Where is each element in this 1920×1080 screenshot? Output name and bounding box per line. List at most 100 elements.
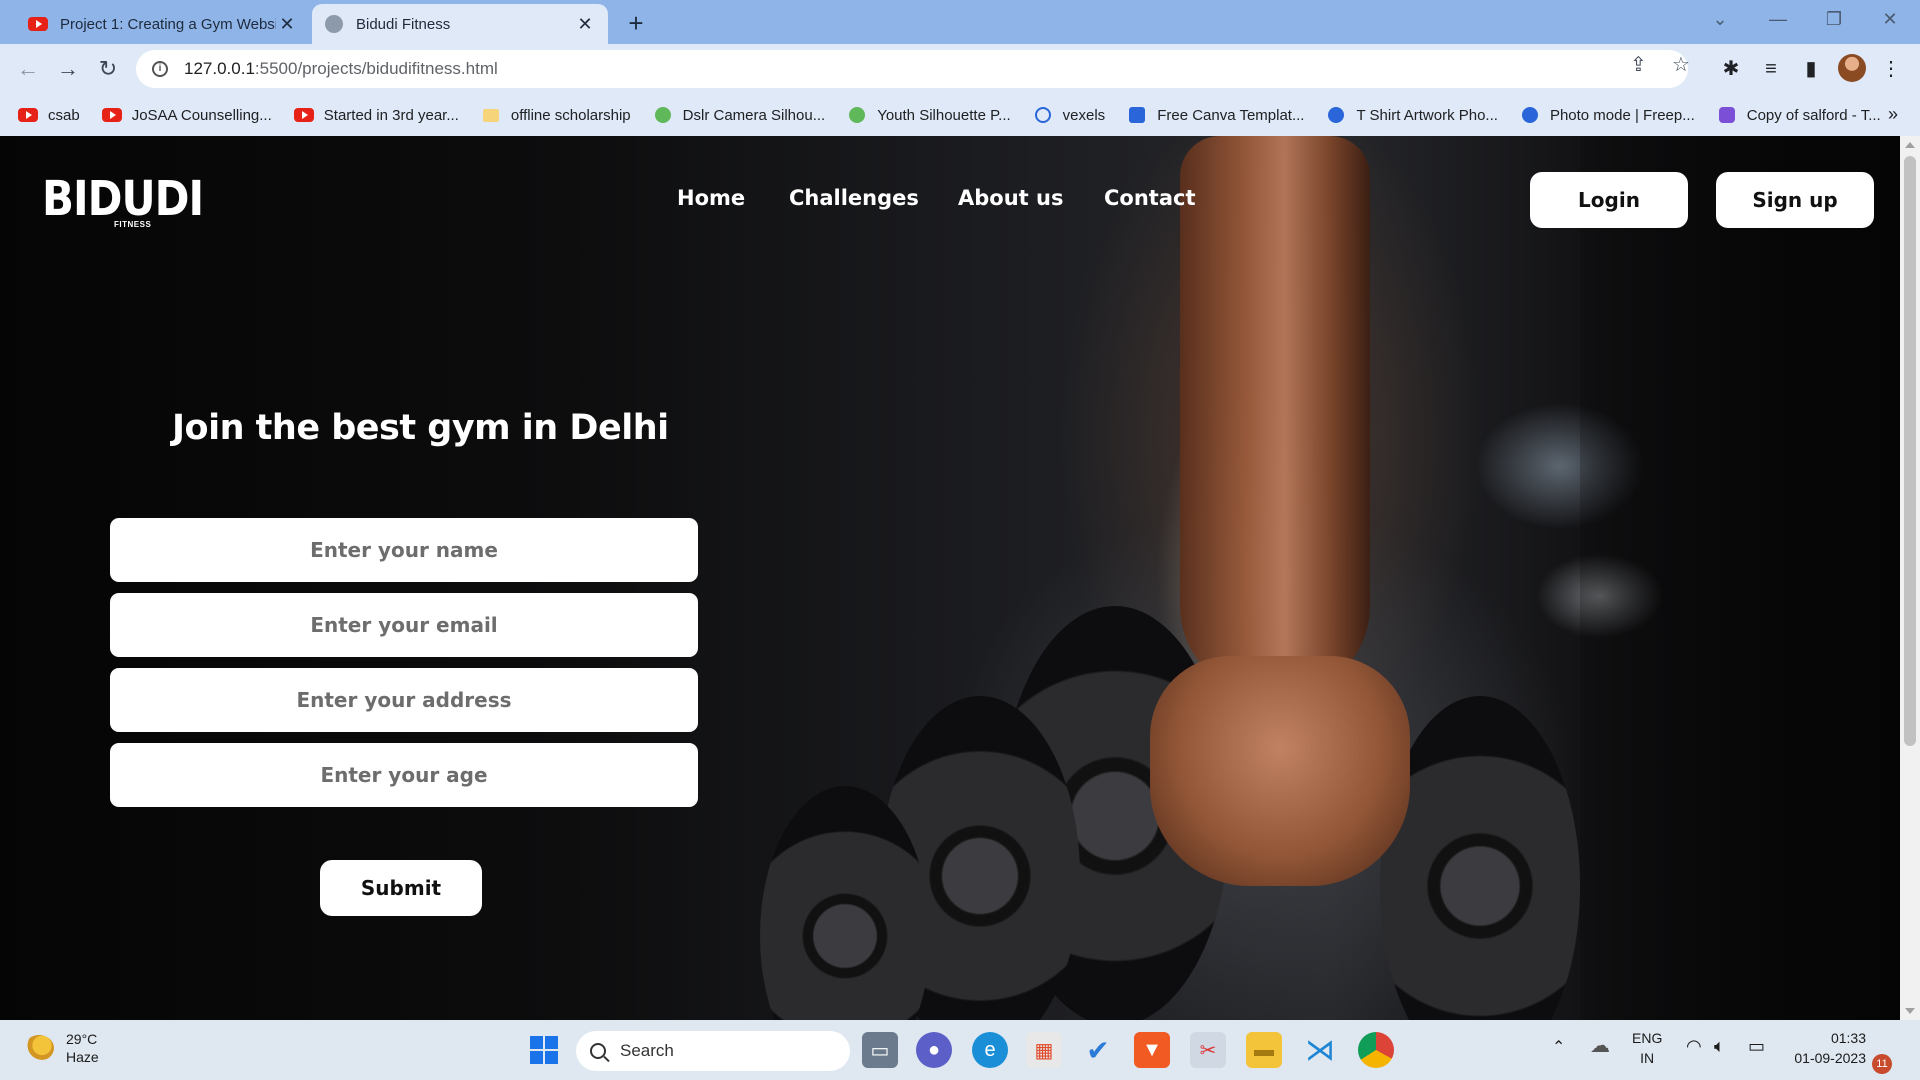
chrome-browser-icon[interactable] (1358, 1032, 1394, 1068)
close-icon[interactable]: ✕ (574, 14, 596, 35)
windows-start-icon[interactable] (526, 1032, 562, 1068)
todo-check-icon[interactable]: ✔ (1080, 1032, 1116, 1068)
bookmarks-bar: csab JoSAA Counselling... Started in 3rd… (0, 94, 1920, 136)
minimize-button[interactable]: — (1750, 0, 1806, 40)
snipping-tool-icon[interactable]: ✂ (1190, 1032, 1226, 1068)
signup-button[interactable]: Sign up (1716, 172, 1874, 228)
nav-home[interactable]: Home (677, 186, 745, 210)
globe-icon (324, 14, 344, 34)
search-icon (590, 1043, 606, 1059)
submit-button[interactable]: Submit (320, 860, 482, 916)
extensions-icon[interactable]: ✱ (1718, 56, 1744, 82)
bookmark-item[interactable]: csab (18, 107, 80, 124)
brave-browser-icon[interactable]: ▼ (1134, 1032, 1170, 1068)
weather-temperature: 29°C (66, 1031, 98, 1047)
reload-button[interactable]: ↻ (92, 54, 124, 86)
nav-challenges[interactable]: Challenges (789, 186, 919, 210)
green-circle-icon (653, 107, 673, 123)
email-field[interactable] (110, 593, 698, 657)
tab-title: Project 1: Creating a Gym Website (60, 15, 276, 33)
tab-project-video[interactable]: Project 1: Creating a Gym Website ✕ (16, 4, 310, 44)
green-circle-icon (847, 107, 867, 123)
youtube-icon (18, 107, 38, 123)
media-control-icon[interactable]: ≡ (1758, 56, 1784, 82)
wifi-icon[interactable]: ◠ (1686, 1036, 1702, 1056)
battery-icon[interactable]: ▭ (1748, 1036, 1765, 1056)
clock-time: 01:33 (1830, 1030, 1866, 1046)
file-explorer-icon[interactable]: ▬ (1246, 1032, 1282, 1068)
taskbar-search-label: Search (620, 1041, 674, 1060)
bookmark-item[interactable]: offline scholarship (481, 107, 631, 124)
bookmark-star-icon[interactable]: ☆ (1672, 52, 1690, 77)
scroll-thumb[interactable] (1904, 156, 1916, 746)
canva-icon (1127, 107, 1147, 123)
bookmark-item[interactable]: Started in 3rd year... (293, 107, 459, 124)
side-panel-icon[interactable]: ▮ (1798, 56, 1824, 82)
clock[interactable]: 01:33 01-09-2023 (1786, 1028, 1866, 1068)
bookmark-item[interactable]: Youth Silhouette P... (847, 107, 1011, 124)
close-icon[interactable]: ✕ (276, 14, 298, 35)
address-bar[interactable]: i 127.0.0.1:5500/projects/bidudifitness.… (136, 50, 1688, 88)
site-logo-subtitle: FITNESS (114, 220, 152, 229)
tray-overflow-chevron-icon[interactable]: ⌃ (1552, 1038, 1565, 1058)
tab-search-chevron-icon[interactable]: ⌄ (1692, 0, 1748, 40)
folder-icon (481, 107, 501, 123)
vscode-icon[interactable]: ⋊ (1302, 1032, 1338, 1068)
browser-toolbar: ← → ↻ i 127.0.0.1:5500/projects/bidudifi… (0, 44, 1920, 94)
onedrive-cloud-icon[interactable]: ☁ (1590, 1036, 1610, 1056)
bookmark-item[interactable]: Dslr Camera Silhou... (653, 107, 825, 124)
menu-kebab-icon[interactable]: ⋮ (1878, 56, 1904, 82)
site-logo[interactable]: BIDUDI (42, 170, 204, 226)
hero-arm-graphic (1180, 136, 1370, 696)
new-tab-button[interactable]: + (620, 8, 652, 40)
tab-bidudi-fitness[interactable]: Bidudi Fitness ✕ (312, 4, 608, 44)
purple-doc-icon (1717, 107, 1737, 123)
weather-condition: Haze (66, 1049, 99, 1065)
youtube-icon (28, 14, 48, 34)
url-text: 127.0.0.1:5500/projects/bidudifitness.ht… (184, 59, 498, 78)
bookmark-item[interactable]: Free Canva Templat... (1127, 107, 1304, 124)
bookmarks-overflow-button[interactable]: » (1888, 104, 1898, 125)
back-button[interactable]: ← (12, 54, 44, 86)
notification-badge[interactable]: 11 (1872, 1054, 1892, 1074)
age-field[interactable] (110, 743, 698, 807)
close-window-button[interactable]: ✕ (1862, 0, 1918, 40)
bookmark-item[interactable]: Photo mode | Freep... (1520, 107, 1695, 124)
login-button[interactable]: Login (1530, 172, 1688, 228)
bookmark-item[interactable]: Copy of salford - T... (1717, 107, 1881, 124)
youtube-icon (293, 107, 314, 123)
site-info-icon[interactable]: i (152, 61, 168, 77)
nav-contact[interactable]: Contact (1104, 186, 1196, 210)
windows-taskbar: 29°C Haze Search ▭ ● e ▦ ✔ ▼ ✂ ▬ ⋊ ⌃ ☁ E… (0, 1020, 1920, 1080)
nav-about-us[interactable]: About us (958, 186, 1063, 210)
weather-haze-icon (24, 1035, 54, 1061)
scroll-down-arrow-icon[interactable] (1905, 1008, 1915, 1014)
page-viewport: BIDUDI FITNESS Home Challenges About us … (0, 136, 1900, 1020)
freepik-icon (1520, 107, 1540, 123)
scroll-up-arrow-icon[interactable] (1905, 142, 1915, 148)
name-field[interactable] (110, 518, 698, 582)
edge-browser-icon[interactable]: e (972, 1032, 1008, 1068)
bookmark-item[interactable]: JoSAA Counselling... (101, 107, 272, 124)
clock-date: 01-09-2023 (1794, 1050, 1866, 1066)
address-field[interactable] (110, 668, 698, 732)
language-indicator[interactable]: ENG IN (1632, 1028, 1662, 1068)
restore-button[interactable]: ❐ (1806, 0, 1862, 40)
hero-hand-graphic (1150, 656, 1410, 886)
forward-button[interactable]: → (52, 54, 84, 86)
task-view-icon[interactable]: ▭ (862, 1032, 898, 1068)
bookmark-item[interactable]: vexels (1033, 107, 1105, 124)
browser-tab-strip: Project 1: Creating a Gym Website ✕ Bidu… (0, 0, 1920, 44)
page-scrollbar[interactable] (1900, 136, 1920, 1020)
teams-chat-icon[interactable]: ● (916, 1032, 952, 1068)
dumbbell-plate-graphic (1380, 696, 1580, 1020)
tab-title: Bidudi Fitness (356, 15, 451, 33)
weather-widget[interactable]: 29°C Haze (24, 1030, 99, 1066)
profile-avatar[interactable] (1838, 54, 1866, 82)
microsoft-store-icon[interactable]: ▦ (1026, 1032, 1062, 1068)
taskbar-search[interactable]: Search (576, 1031, 850, 1071)
volume-icon[interactable]: 🔈︎ (1714, 1036, 1725, 1056)
share-icon[interactable]: ⇪ (1630, 52, 1647, 77)
bookmark-item[interactable]: T Shirt Artwork Pho... (1326, 107, 1498, 124)
hero-shadow (1580, 136, 1900, 1020)
